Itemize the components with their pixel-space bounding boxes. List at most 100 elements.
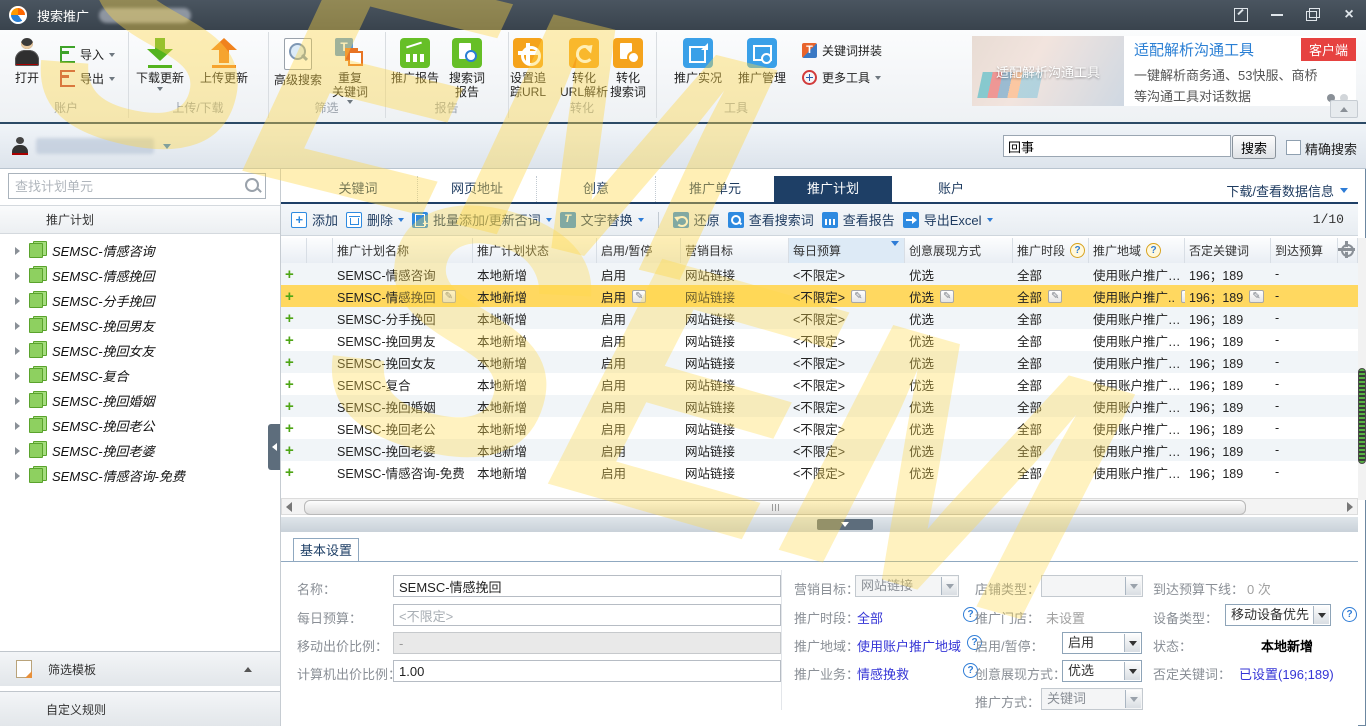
col-daily-budget[interactable]: 每日预算 [789, 238, 905, 263]
display-mode-cell[interactable]: 优选 [905, 285, 1013, 307]
region-cell[interactable]: 使用账户推广… [1089, 417, 1185, 439]
negative-keywords-cell[interactable]: 196；189 [1185, 395, 1271, 417]
table-row[interactable]: + SEMSC-情感咨询 本地新增 启用 网站链接 <不限定> 优选 全部 使用… [281, 263, 1358, 285]
onoff-cell[interactable]: 启用 [597, 461, 681, 483]
plan-name-cell[interactable]: SEMSC-情感咨询 [333, 263, 473, 285]
period-cell[interactable]: 全部 [1013, 395, 1089, 417]
budget-cell[interactable]: <不限定> [789, 307, 905, 329]
table-row[interactable]: + SEMSC-分手挽回 本地新增 启用 网站链接 <不限定> 优选 全部 使用… [281, 307, 1358, 329]
tab-urls[interactable]: 网页地址 [417, 176, 536, 202]
plan-tree-item[interactable]: SEMSC-情感咨询-免费 [0, 463, 280, 488]
budget-cell[interactable]: <不限定> [789, 263, 905, 285]
expand-arrow-icon[interactable] [15, 372, 20, 380]
convert-url-parse-button[interactable]: 转化 URL解析 [560, 38, 608, 99]
promotion-live-button[interactable]: 推广实况 [674, 38, 722, 85]
find-plan-unit-input[interactable] [13, 176, 237, 196]
upload-update-button[interactable]: 上传更新 [200, 38, 248, 85]
table-row[interactable]: + SEMSC-挽回女友 本地新增 启用 网站链接 <不限定> 优选 全部 使用… [281, 351, 1358, 373]
table-row[interactable]: + SEMSC-挽回老婆 本地新增 启用 网站链接 <不限定> 优选 全部 使用… [281, 439, 1358, 461]
scroll-right-arrow[interactable] [1347, 502, 1353, 512]
col-plan-name[interactable]: 推广计划名称 [333, 238, 473, 263]
budget-cell[interactable]: <不限定> [789, 285, 905, 307]
budget-cell[interactable]: <不限定> [789, 373, 905, 395]
col-region[interactable]: 推广地域? [1089, 238, 1185, 263]
tab-basic-settings[interactable]: 基本设置 [293, 538, 359, 562]
business-link[interactable]: 情感挽救 [857, 664, 909, 683]
tab-creatives[interactable]: 创意 [536, 176, 655, 202]
export-excel-button[interactable]: 导出Excel [903, 210, 993, 229]
tab-account[interactable]: 账户 [892, 176, 1010, 202]
plan-tree-item[interactable]: SEMSC-挽回老公 [0, 413, 280, 438]
negative-keywords-cell[interactable]: 196；189 [1185, 461, 1271, 483]
filter-template-bar[interactable]: 筛选模板 [0, 651, 280, 686]
table-row[interactable]: + SEMSC-情感挽回 本地新增 启用 网站链接 <不限定> 优选 全部 使用… [281, 285, 1358, 307]
promo-card[interactable]: 适配解析沟通工具 适配解析沟通工具 客户端 一键解析商务通、53快服、商桥 等沟… [972, 36, 1356, 106]
add-unit-cell[interactable]: + [281, 461, 307, 483]
period-cell[interactable]: 全部 [1013, 329, 1089, 351]
period-cell[interactable]: 全部 [1013, 417, 1089, 439]
col-onoff[interactable]: 启用/暂停 [597, 238, 681, 263]
display-mode-cell[interactable]: 优选 [905, 329, 1013, 351]
period-link[interactable]: 全部 [857, 608, 883, 627]
negative-keywords-link[interactable]: 已设置(196;189) [1239, 664, 1334, 683]
budget-cell[interactable]: <不限定> [789, 329, 905, 351]
search-icon[interactable] [245, 178, 259, 192]
col-negative-keywords[interactable]: 否定关键词 [1185, 238, 1271, 263]
advanced-search-button[interactable]: 高级搜索 [274, 38, 322, 87]
download-view-data-button[interactable]: 下载/查看数据信息 [1226, 181, 1348, 200]
budget-cell[interactable]: <不限定> [789, 351, 905, 373]
budget-cell[interactable]: <不限定> [789, 461, 905, 483]
onoff-cell[interactable]: 启用 [597, 263, 681, 285]
tab-keywords[interactable]: 关键词 [299, 176, 417, 202]
onoff-cell[interactable]: 启用 [597, 439, 681, 461]
collapse-ribbon-button[interactable] [1330, 100, 1358, 118]
add-unit-cell[interactable]: + [281, 329, 307, 351]
expand-arrow-icon[interactable] [15, 472, 20, 480]
onoff-cell[interactable]: 启用 [597, 417, 681, 439]
restore-button[interactable]: 还原 [673, 210, 720, 229]
add-unit-cell[interactable]: + [281, 395, 307, 417]
batch-negative-button[interactable]: 批量添加/更新否词 [412, 210, 552, 229]
expand-arrow-icon[interactable] [15, 272, 20, 280]
account-search-input[interactable] [1003, 135, 1231, 157]
collapse-sidebar-handle[interactable] [268, 424, 280, 470]
plan-tree-item[interactable]: SEMSC-挽回老婆 [0, 438, 280, 463]
view-report-button[interactable]: 查看报告 [822, 210, 895, 229]
negative-keywords-cell[interactable]: 196；189 [1185, 351, 1271, 373]
negative-keywords-cell[interactable]: 196；189 [1185, 329, 1271, 351]
display-mode-cell[interactable]: 优选 [905, 461, 1013, 483]
scroll-left-arrow[interactable] [286, 502, 292, 512]
negative-keywords-cell[interactable]: 196；189 [1185, 263, 1271, 285]
negative-keywords-cell[interactable]: 196；189 [1185, 439, 1271, 461]
view-search-terms-button[interactable]: 查看搜索词 [728, 210, 814, 229]
region-cell[interactable]: 使用账户推广… [1089, 461, 1185, 483]
plan-name-cell[interactable]: SEMSC-分手挽回 [333, 307, 473, 329]
negative-keywords-cell[interactable]: 196；189 [1185, 285, 1271, 307]
import-button[interactable]: 导入 [60, 46, 115, 63]
add-unit-cell[interactable]: + [281, 373, 307, 395]
display-mode-cell[interactable]: 优选 [905, 439, 1013, 461]
display-mode-cell[interactable]: 优选 [905, 263, 1013, 285]
budget-cell[interactable]: <不限定> [789, 395, 905, 417]
region-cell[interactable]: 使用账户推广… [1089, 395, 1185, 417]
horizontal-scrollbar[interactable] [281, 498, 1358, 515]
display-mode-cell[interactable]: 优选 [905, 417, 1013, 439]
onoff-cell[interactable]: 启用 [597, 395, 681, 417]
plan-tree-item[interactable]: SEMSC-情感咨询 [0, 238, 280, 263]
onoff-cell[interactable]: 启用 [597, 329, 681, 351]
custom-rule-bar[interactable]: 自定义规则 [0, 691, 280, 726]
help-icon[interactable]: ? [1342, 607, 1357, 622]
period-cell[interactable]: 全部 [1013, 285, 1089, 307]
onoff-cell[interactable]: 启用 [597, 307, 681, 329]
expand-arrow-icon[interactable] [15, 297, 20, 305]
help-icon[interactable]: ? [1146, 243, 1161, 258]
plan-name-cell[interactable]: SEMSC-情感咨询-免费 [333, 461, 473, 483]
onoff-cell[interactable]: 启用 [597, 351, 681, 373]
plan-name-cell[interactable]: SEMSC-挽回女友 [333, 351, 473, 373]
table-row[interactable]: + SEMSC-挽回老公 本地新增 启用 网站链接 <不限定> 优选 全部 使用… [281, 417, 1358, 439]
plan-tree-item[interactable]: SEMSC-挽回男友 [0, 313, 280, 338]
more-tools-button[interactable]: 更多工具 [802, 69, 882, 86]
period-cell[interactable]: 全部 [1013, 307, 1089, 329]
daily-budget-field[interactable] [393, 604, 781, 626]
display-mode-cell[interactable]: 优选 [905, 395, 1013, 417]
